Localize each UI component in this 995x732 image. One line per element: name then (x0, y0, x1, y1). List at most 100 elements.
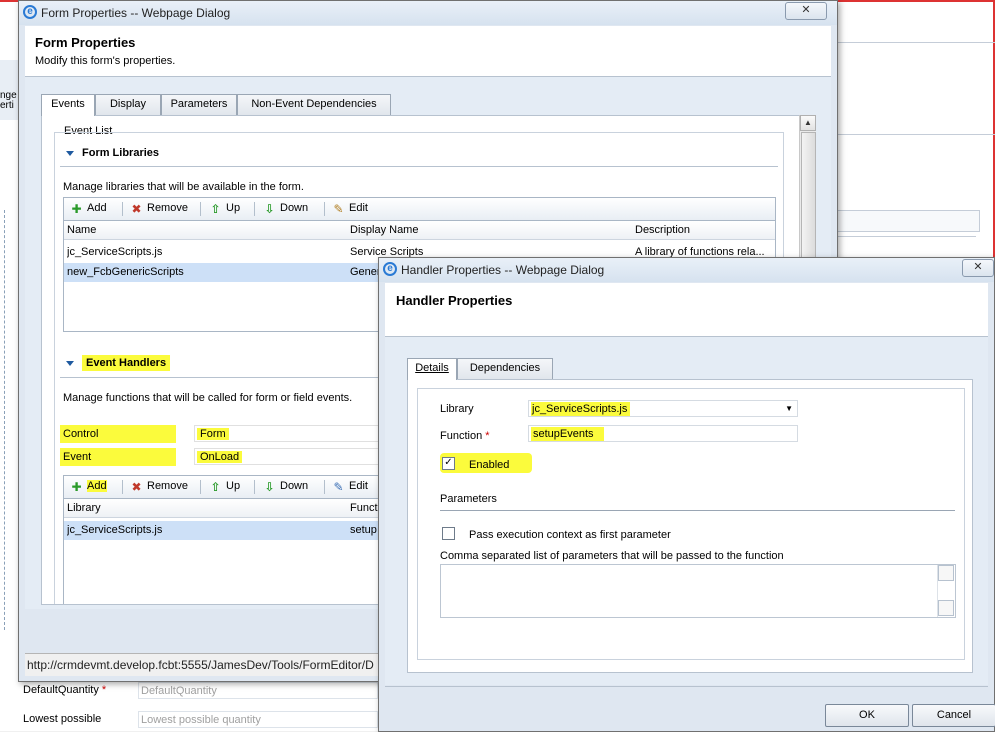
add-icon: ✚ (71, 480, 82, 494)
close-icon: ✕ (973, 261, 983, 273)
move-down-button[interactable]: ⇩ Down (263, 480, 308, 494)
tab-events[interactable]: Events (41, 94, 95, 116)
parameters-textarea[interactable] (440, 564, 956, 618)
remove-handler-button[interactable]: ✖ Remove (130, 480, 188, 494)
handler-properties-header: Handler Properties (385, 283, 988, 337)
ie-icon: e (383, 262, 397, 276)
scroll-up-icon[interactable] (938, 565, 954, 581)
event-handlers-heading[interactable]: Event Handlers (66, 355, 171, 371)
edit-library-button[interactable]: ✎ Edit (332, 202, 368, 216)
collapse-icon (66, 360, 74, 366)
column-header-name[interactable]: Name (67, 224, 96, 236)
pass-context-checkbox[interactable] (442, 527, 455, 540)
lowest-possible-input[interactable]: Lowest possible quantity (138, 711, 378, 728)
remove-library-button[interactable]: ✖ Remove (130, 202, 188, 216)
lowest-possible-label: Lowest possible (23, 713, 102, 725)
textarea-scrollbar[interactable] (937, 565, 955, 617)
function-label: Function * (440, 430, 490, 442)
function-input[interactable]: setupEvents (528, 425, 798, 442)
column-header-function[interactable]: Funct (350, 502, 378, 514)
handler-properties-window-title: Handler Properties -- Webpage Dialog (401, 263, 605, 277)
toolbar-separator (122, 202, 123, 216)
move-up-button[interactable]: ⇧ Up (209, 202, 240, 216)
form-properties-window-title: Form Properties -- Webpage Dialog (41, 6, 231, 20)
library-label: Library (440, 403, 474, 415)
cell-function: setup (350, 524, 377, 536)
close-icon: ✕ (801, 4, 811, 16)
cell-name: new_FcbGenericScripts (67, 266, 184, 278)
add-library-button[interactable]: ✚ Add (70, 202, 106, 216)
add-handler-button[interactable]: ✚ Add (70, 480, 107, 494)
toolbar-separator (254, 202, 255, 216)
close-button[interactable]: ✕ (962, 259, 994, 277)
cell-display-name: Gener (350, 266, 381, 278)
remove-icon: ✖ (131, 202, 142, 216)
divider (60, 166, 778, 167)
default-quantity-label: DefaultQuantity * (23, 684, 107, 696)
checkmark-icon: ✓ (444, 457, 453, 468)
handler-properties-body: Details Dependencies Library jc_ServiceS… (385, 337, 988, 685)
toolbar-separator (324, 202, 325, 216)
toolbar-separator (324, 480, 325, 494)
background-field (830, 210, 980, 232)
divider (440, 510, 955, 511)
move-up-button[interactable]: ⇧ Up (209, 480, 240, 494)
parameters-heading: Parameters (440, 493, 497, 505)
page-title: Form Properties (35, 35, 136, 50)
cell-library: jc_ServiceScripts.js (67, 524, 163, 536)
library-select[interactable]: jc_ServiceScripts.js ▼ (528, 400, 798, 417)
scroll-up-icon[interactable]: ▲ (800, 115, 816, 131)
status-url: http://crmdevmt.develop.fcbt:5555/JamesD… (27, 658, 374, 672)
toolbar-separator (200, 202, 201, 216)
tab-dependencies[interactable]: Dependencies (457, 358, 553, 379)
add-icon: ✚ (71, 202, 82, 216)
form-properties-header: Form Properties Modify this form's prope… (25, 26, 831, 77)
event-handlers-description: Manage functions that will be called for… (63, 392, 353, 404)
tab-non-event-dependencies[interactable]: Non-Event Dependencies (237, 94, 391, 115)
tab-details[interactable]: Details (407, 358, 457, 380)
background-left-section (4, 210, 19, 630)
event-label: Event (60, 448, 176, 466)
page-subtitle: Modify this form's properties. (35, 55, 176, 67)
toolbar-separator (200, 480, 201, 494)
event-select[interactable]: OnLoad (194, 448, 394, 465)
move-down-button[interactable]: ⇩ Down (263, 202, 308, 216)
arrow-up-icon: ⇧ (210, 480, 221, 494)
remove-icon: ✖ (131, 480, 142, 494)
arrow-up-icon: ⇧ (210, 202, 221, 216)
form-libraries-toolbar: ✚ Add ✖ Remove ⇧ Up ⇩ Down ✎ Edit (63, 197, 776, 221)
edit-handler-button[interactable]: ✎ Edit (332, 480, 368, 494)
ok-button[interactable]: OK (825, 704, 909, 727)
enabled-label: Enabled (469, 459, 510, 471)
background-line (836, 236, 976, 237)
form-libraries-heading[interactable]: Form Libraries (66, 147, 159, 159)
control-select[interactable]: Form (194, 425, 394, 442)
dropdown-icon: ▼ (785, 404, 793, 413)
edit-icon: ✎ (333, 480, 344, 494)
background-left-fragment: erti (0, 100, 14, 111)
arrow-down-icon: ⇩ (264, 202, 275, 216)
default-quantity-input[interactable]: DefaultQuantity (138, 682, 378, 699)
details-tab-panel: Library jc_ServiceScripts.js ▼ Function *… (407, 379, 973, 673)
page-title: Handler Properties (396, 293, 513, 308)
column-header-display-name[interactable]: Display Name (350, 224, 418, 236)
column-header-library[interactable]: Library (67, 502, 101, 514)
arrow-down-icon: ⇩ (264, 480, 275, 494)
toolbar-separator (122, 480, 123, 494)
collapse-icon (66, 150, 74, 156)
column-header-description[interactable]: Description (635, 224, 690, 236)
scroll-down-icon[interactable] (938, 600, 954, 616)
handler-properties-window: e Handler Properties -- Webpage Dialog ✕… (378, 257, 995, 732)
form-libraries-description: Manage libraries that will be available … (63, 181, 304, 193)
dialog-footer: OK Cancel (385, 686, 995, 731)
cell-name: jc_ServiceScripts.js (67, 246, 163, 258)
params-description: Comma separated list of parameters that … (440, 550, 784, 562)
pass-context-label: Pass execution context as first paramete… (469, 529, 671, 541)
handler-properties-titlebar: e Handler Properties -- Webpage Dialog ✕ (379, 258, 994, 282)
cancel-button[interactable]: Cancel (912, 704, 995, 727)
form-properties-titlebar: e Form Properties -- Webpage Dialog ✕ (19, 1, 837, 25)
tab-display[interactable]: Display (95, 94, 161, 115)
close-button[interactable]: ✕ (785, 2, 827, 20)
enabled-checkbox[interactable]: ✓ (442, 457, 455, 470)
tab-parameters[interactable]: Parameters (161, 94, 237, 115)
